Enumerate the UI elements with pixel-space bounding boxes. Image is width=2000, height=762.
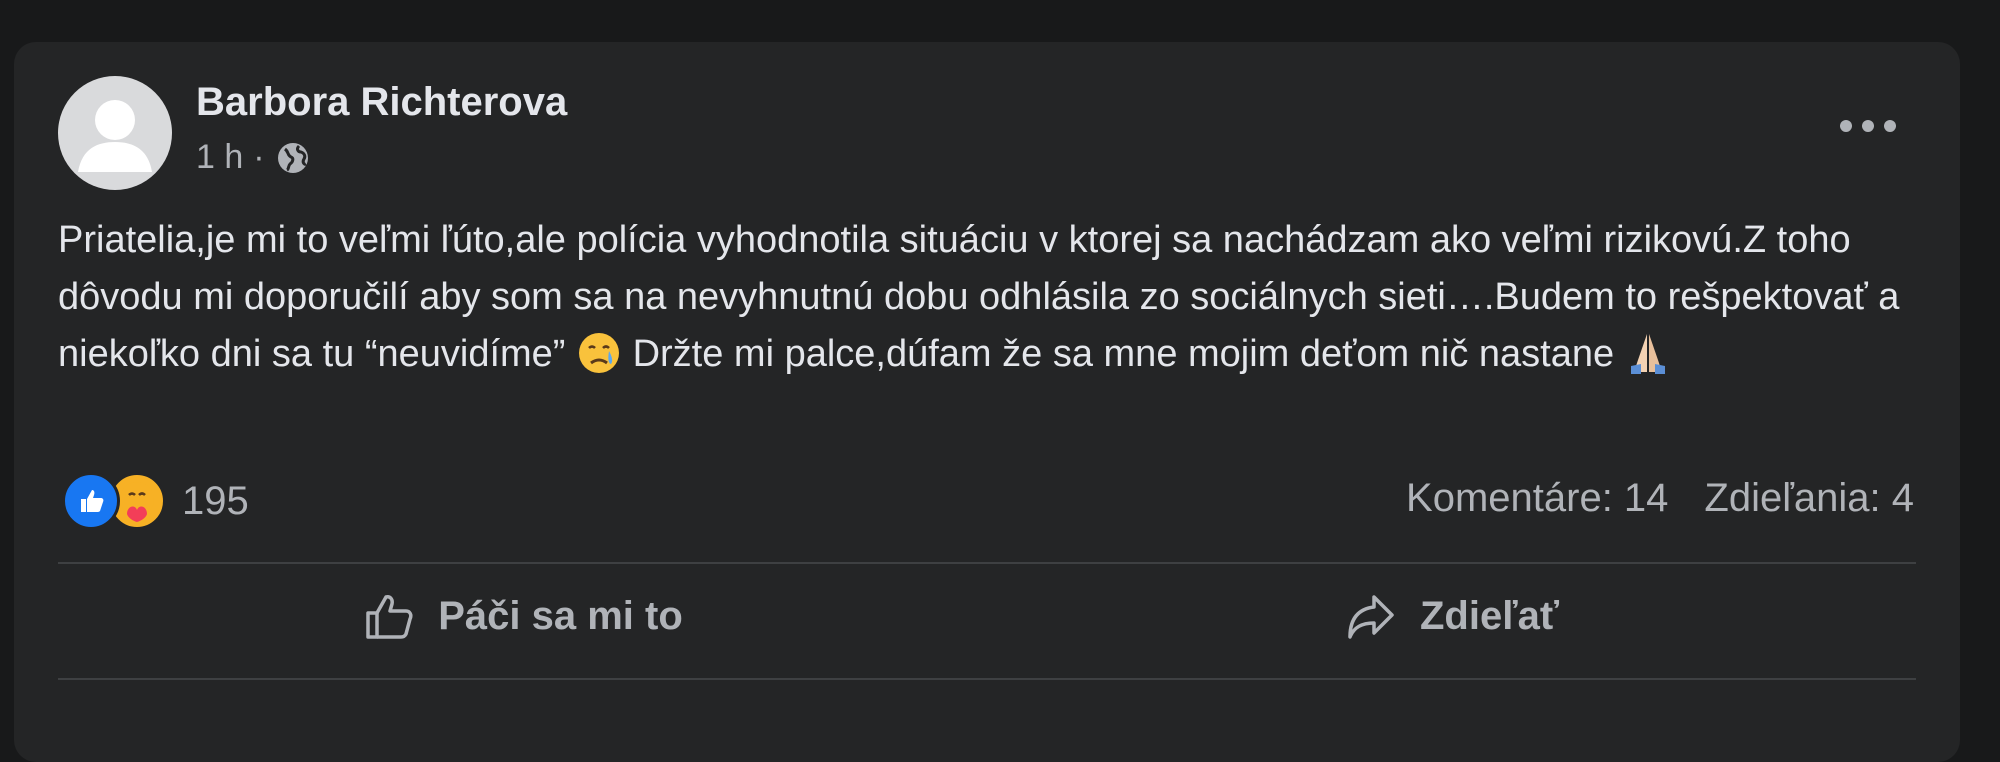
meta-separator: · (253, 138, 265, 176)
post-text: Priatelia,je mi to veľmi ľúto,ale políci… (58, 212, 1948, 383)
globe-icon (277, 142, 308, 173)
post-actions: Páči sa mi to Zdieľať (58, 564, 1916, 668)
comments-count-link[interactable]: Komentáre: 14 (1406, 476, 1668, 521)
reaction-count: 195 (182, 478, 249, 523)
more-dot-icon (1884, 120, 1896, 132)
post-card: Barbora Richterova 1 h · Priatelia,je mi… (14, 42, 1960, 762)
author-name[interactable]: Barbora Richterova (196, 80, 567, 125)
like-reaction-icon (62, 472, 120, 530)
more-dot-icon (1840, 120, 1852, 132)
share-button[interactable]: Zdieľať (987, 564, 1916, 668)
post-meta: 1 h · (196, 138, 311, 177)
share-button-label: Zdieľať (1419, 593, 1560, 638)
crying-face-icon (579, 333, 620, 373)
avatar[interactable] (58, 76, 172, 190)
share-arrow-icon (1348, 595, 1394, 639)
post-time[interactable]: 1 h (196, 138, 243, 177)
folded-hands-icon (1630, 334, 1665, 374)
more-dot-icon (1862, 120, 1874, 132)
more-options-button[interactable] (1840, 112, 1896, 140)
like-button-label: Páči sa mi to (438, 593, 683, 638)
like-button[interactable]: Páči sa mi to (58, 564, 987, 668)
shares-count-link[interactable]: Zdieľania: 4 (1704, 476, 1914, 521)
engagement-stats: Komentáre: 14 Zdieľania: 4 (1406, 476, 1914, 521)
thumbs-up-icon (366, 595, 413, 639)
default-avatar-icon (78, 100, 152, 172)
divider (58, 678, 1916, 680)
reaction-summary[interactable]: 195 (62, 472, 249, 530)
post-text-part2: Držte mi palce,dúfam že sa mne mojim deť… (622, 333, 1625, 375)
